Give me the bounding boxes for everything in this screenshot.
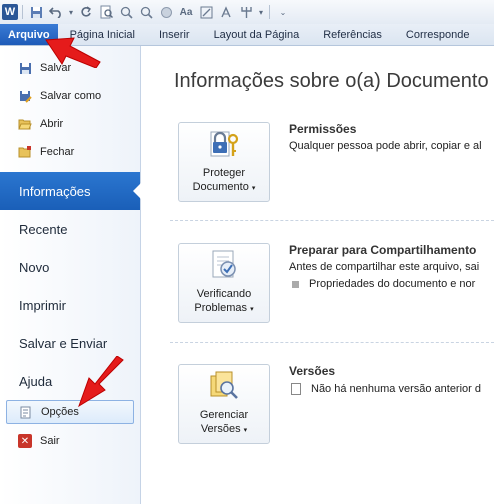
nav-fechar-label: Fechar (40, 146, 75, 158)
permissions-description: Qualquer pessoa pode abrir, copiar e al (289, 140, 482, 152)
close-folder-icon (18, 145, 32, 159)
prepare-sharing-heading: Preparar para Compartilhamento (289, 243, 477, 257)
nav-recente[interactable]: Recente (0, 210, 140, 248)
word-app-icon[interactable]: W (2, 4, 18, 20)
versions-icon (207, 368, 241, 402)
permissions-text: Permissões Qualquer pessoa pode abrir, c… (289, 122, 494, 152)
customize-arrow-icon[interactable]: ▾ (67, 3, 75, 21)
chevron-down-icon: ▾ (250, 306, 254, 313)
versions-text: Versões Não há nenhuma versão anterior d (289, 364, 494, 395)
versions-bullet: Não há nenhuma versão anterior d (289, 383, 494, 395)
section-divider (170, 342, 494, 343)
protect-document-label-1: Proteger (202, 167, 246, 179)
prepare-sharing-text: Preparar para Compartilhamento Antes de … (289, 243, 494, 290)
protect-document-label-2: Documento (192, 181, 249, 193)
exit-icon: ✕ (18, 434, 32, 448)
nav-sair[interactable]: ✕ Sair (0, 428, 140, 454)
tab-correspondencias[interactable]: Corresponde (394, 24, 482, 45)
check-issues-button[interactable]: Verificando Problemas ▾ (178, 243, 270, 323)
bullet-square-icon (292, 280, 299, 288)
print-preview-icon[interactable] (97, 3, 115, 21)
manage-versions-button[interactable]: Gerenciar Versões ▾ (178, 364, 270, 444)
format-painter-icon[interactable] (197, 3, 215, 21)
checklist-icon (207, 247, 241, 281)
fork-icon[interactable] (237, 3, 255, 21)
lock-key-icon (207, 126, 241, 160)
tab-layout[interactable]: Layout da Página (202, 24, 312, 45)
chevron-down-icon: ▾ (251, 185, 256, 192)
quick-access-toolbar: W ▾ Aa ▾ ⌄ (0, 0, 494, 24)
versions-bullet-text: Não há nenhuma versão anterior d (311, 383, 481, 395)
nav-fechar[interactable]: Fechar (0, 138, 140, 166)
nav-imprimir[interactable]: Imprimir (0, 286, 140, 324)
prepare-sharing-bullet-text: Propriedades do documento e nor (309, 278, 476, 290)
undo-icon[interactable] (47, 3, 65, 21)
page-title: Informações sobre o(a) Documento (174, 70, 489, 92)
record-icon[interactable] (157, 3, 175, 21)
customize-arrow-icon[interactable]: ▾ (257, 3, 265, 21)
options-icon (19, 405, 33, 419)
tab-inserir[interactable]: Inserir (147, 24, 202, 45)
check-issues-label-2: Problemas (194, 302, 247, 314)
customize-toolbar-icon[interactable]: ⌄ (274, 3, 292, 21)
red-arrow-icon (45, 37, 101, 68)
nav-abrir[interactable]: Abrir (0, 110, 140, 138)
protect-document-button[interactable]: Proteger Documento ▾ (178, 122, 270, 202)
chevron-down-icon: ▾ (243, 427, 248, 434)
nav-novo[interactable]: Novo (0, 248, 140, 286)
manage-versions-label-2: Versões (200, 423, 241, 435)
text-direction-icon[interactable] (217, 3, 235, 21)
open-folder-icon (18, 117, 32, 131)
toolbar-separator (269, 5, 270, 19)
font-icon[interactable]: Aa (177, 3, 195, 21)
save-as-icon (18, 89, 32, 103)
nav-opcoes-label: Opções (41, 406, 79, 418)
section-prepare-sharing: Verificando Problemas ▾ Preparar para Co… (178, 243, 494, 325)
nav-informacoes[interactable]: Informações (0, 172, 141, 210)
zoom-out-icon[interactable] (137, 3, 155, 21)
info-pane: Informações sobre o(a) Documento Protege… (142, 46, 494, 504)
check-issues-label-1: Verificando (196, 288, 252, 300)
toolbar-separator (22, 5, 23, 19)
redo-icon[interactable] (77, 3, 95, 21)
document-icon (291, 383, 301, 395)
section-divider (170, 220, 494, 221)
tab-referencias[interactable]: Referências (311, 24, 394, 45)
versions-heading: Versões (289, 364, 336, 378)
section-permissions: Proteger Documento ▾ Permissões Qualquer… (178, 122, 494, 204)
nav-sair-label: Sair (40, 435, 60, 447)
backstage-nav: Salvar Salvar como Abrir Fechar Informaç… (0, 46, 141, 504)
section-versions: Gerenciar Versões ▾ Versões Não há nenhu… (178, 364, 494, 446)
prepare-sharing-bullet: Propriedades do documento e nor (289, 278, 494, 290)
save-icon[interactable] (27, 3, 45, 21)
save-icon (18, 61, 32, 75)
permissions-heading: Permissões (289, 122, 357, 136)
zoom-in-icon[interactable] (117, 3, 135, 21)
prepare-sharing-description: Antes de compartilhar este arquivo, sai (289, 261, 480, 273)
nav-abrir-label: Abrir (40, 118, 64, 130)
manage-versions-label-1: Gerenciar (199, 409, 249, 421)
nav-salvar-como-label: Salvar como (40, 90, 102, 102)
red-arrow-icon (78, 356, 124, 408)
nav-salvar-como[interactable]: Salvar como (0, 82, 140, 110)
